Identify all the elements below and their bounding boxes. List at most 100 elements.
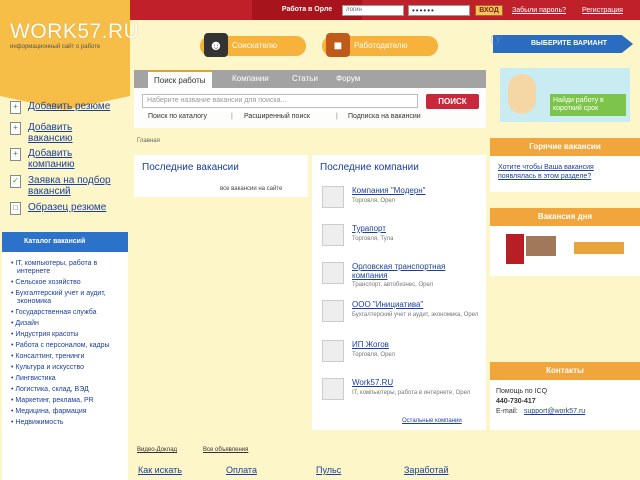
- banner-printer-image: [526, 236, 556, 256]
- sample-resume-icon: □: [10, 202, 21, 215]
- company-item[interactable]: ИП Жогов Торговля, Орел: [320, 340, 480, 376]
- resume-add-icon: +: [10, 101, 21, 114]
- catalog-item[interactable]: • Сельское хозяйство: [2, 279, 128, 287]
- logo[interactable]: WORK57.RU информационный сайт о работе: [0, 0, 139, 110]
- catalog-item[interactable]: • IT, компьютеры, работа в интернете: [2, 260, 128, 276]
- catalog-item[interactable]: • Медицина, фармация: [2, 408, 128, 416]
- catalog-item[interactable]: • Консалтинг, тренинги: [2, 353, 128, 361]
- bottom-link-pay[interactable]: Оплата: [226, 465, 257, 475]
- all-ads-link[interactable]: Все объявления: [203, 447, 248, 453]
- catalog-item[interactable]: • Работа с персоналом, кадры: [2, 342, 128, 350]
- icq-number[interactable]: 440-730-417: [496, 398, 536, 405]
- woman-with-clock-image: [508, 74, 536, 114]
- add-company-link[interactable]: Добавить компанию: [28, 148, 88, 170]
- vacancy-request-link[interactable]: Заявка на подбор вакансий: [28, 175, 128, 197]
- add-resume-link[interactable]: Добавить резюме: [28, 101, 110, 112]
- catalog-item[interactable]: • Индустрия красоты: [2, 331, 128, 339]
- request-icon: ✓: [10, 175, 21, 188]
- search-input[interactable]: Наберите название вакансии для поиска...: [142, 94, 418, 108]
- catalog-item[interactable]: • Лингвистика: [2, 375, 128, 383]
- login-button[interactable]: ВХОД: [475, 5, 503, 16]
- company-logo-thumb[interactable]: [322, 300, 344, 322]
- separator: |: [336, 113, 338, 120]
- choose-option-label: ВЫБЕРИТЕ ВАРИАНТ: [531, 40, 608, 47]
- catalog-item[interactable]: • Логистика, склад, ВЭД: [2, 386, 128, 394]
- company-name[interactable]: ООО "Инициатива": [352, 300, 423, 309]
- all-companies-link[interactable]: Остальные компании: [402, 418, 462, 424]
- company-desc: Торговля, Тула: [352, 236, 394, 242]
- catalog-item[interactable]: • Недвижимость: [2, 419, 128, 427]
- catalog-search-link[interactable]: Поиск по каталогу: [148, 113, 207, 120]
- separator: |: [231, 113, 233, 120]
- company-logo-thumb[interactable]: [322, 224, 344, 246]
- banner-label-image: [574, 242, 624, 254]
- company-desc: Бухгалтерский учет и аудит, экономика, О…: [352, 312, 479, 318]
- vacancy-of-day-title: Вакансия дня: [490, 208, 640, 226]
- contacts-box: Помощь по ICQ 440-730-417 E-mail: suppor…: [490, 380, 640, 430]
- company-item[interactable]: Work57.RU IT, компьютеры, работа в интерн…: [320, 378, 480, 414]
- bottom-link-how[interactable]: Как искать: [138, 465, 182, 475]
- search-button[interactable]: ПОИСК: [426, 94, 479, 109]
- company-item[interactable]: Турапорт Торговля, Тула: [320, 224, 480, 260]
- company-item[interactable]: Орловская транспортная компания Транспорт…: [320, 262, 480, 298]
- person-icon: ☻: [204, 33, 228, 57]
- employer-button[interactable]: ■ Работодателю: [322, 33, 438, 57]
- breadcrumb[interactable]: Главная: [137, 138, 160, 144]
- company-desc: IT, компьютеры, работа в интернете, Орел: [352, 390, 471, 396]
- video-report-link[interactable]: Видео-Доклад: [137, 447, 177, 453]
- company-logo-thumb[interactable]: [322, 378, 344, 400]
- company-logo-thumb[interactable]: [322, 186, 344, 208]
- company-name[interactable]: ИП Жогов: [352, 340, 389, 349]
- contacts-title: Контакты: [490, 362, 640, 380]
- briefcase-icon: ■: [326, 33, 350, 57]
- login-input[interactable]: логин: [342, 5, 404, 16]
- tab-job-search[interactable]: Поиск работы: [148, 70, 212, 88]
- choose-option-arrow[interactable]: ВЫБЕРИТЕ ВАРИАНТ: [493, 35, 633, 53]
- company-item[interactable]: Компания "Модерн" Торговля, Орел: [320, 186, 480, 222]
- catalog-item[interactable]: • Культура и искусство: [2, 364, 128, 372]
- tab-companies[interactable]: Компании: [226, 70, 275, 88]
- latest-vacancies-title: Последние вакансии: [142, 162, 239, 173]
- company-name[interactable]: Компания "Модерн": [352, 186, 426, 195]
- company-name[interactable]: Work57.RU: [352, 378, 393, 387]
- bottom-link-pulse[interactable]: Пульс: [316, 465, 341, 475]
- company-logo-thumb[interactable]: [322, 340, 344, 362]
- catalog-item[interactable]: • Государственная служба: [2, 309, 128, 317]
- catalog-item[interactable]: • Маркетинг, реклама, PR: [2, 397, 128, 405]
- company-add-icon: +: [10, 148, 21, 161]
- tab-forum[interactable]: Форум: [330, 70, 366, 88]
- company-name[interactable]: Орловская транспортная компания: [352, 262, 480, 280]
- applicant-button[interactable]: ☻ Соискателю: [200, 33, 306, 57]
- email-link[interactable]: support@work57.ru: [524, 408, 585, 415]
- forgot-password-link[interactable]: Забыли пароль?: [512, 7, 566, 14]
- company-item[interactable]: ООО "Инициатива" Бухгалтерский учет и ауд…: [320, 300, 480, 336]
- catalog-list: • IT, компьютеры, работа в интернете • Се…: [2, 252, 128, 480]
- company-desc: Транспорт, автобизнес, Орел: [352, 282, 434, 288]
- advanced-search-link[interactable]: Расширенный поиск: [244, 113, 310, 120]
- subscribe-link[interactable]: Подписка на вакансии: [348, 113, 421, 120]
- vacancy-of-day-box: [490, 226, 640, 276]
- company-name[interactable]: Турапорт: [352, 224, 386, 233]
- register-link[interactable]: Регистрация: [582, 7, 623, 14]
- tab-articles[interactable]: Статьи: [286, 70, 324, 88]
- sample-resume-link[interactable]: Образец резюме: [28, 202, 106, 213]
- hot-vacancies-title: Горячие вакансии: [490, 138, 640, 156]
- hand-pointer-icon: ☞: [490, 32, 505, 49]
- catalog-title: Каталог вакансий: [2, 232, 128, 252]
- catalog-item[interactable]: • Бухгалтерский учет и аудит, экономика: [2, 290, 128, 306]
- promo-text: Найди работу в короткий срок: [550, 94, 626, 116]
- promo-banner[interactable]: Найди работу в короткий срок: [500, 68, 630, 122]
- vacancy-add-icon: +: [10, 122, 21, 135]
- logo-text: WORK57.RU: [10, 20, 140, 43]
- catalog-item[interactable]: • Дизайн: [2, 320, 128, 328]
- company-logo-thumb[interactable]: [322, 262, 344, 284]
- icq-label: Помощь по ICQ: [496, 388, 548, 395]
- applicant-label: Соискателю: [232, 41, 278, 50]
- latest-companies-title: Последние компании: [320, 162, 419, 173]
- bottom-link-earn[interactable]: Заработай: [404, 465, 448, 475]
- all-vacancies-link[interactable]: все вакансии на сайте: [220, 186, 282, 192]
- add-vacancy-link[interactable]: Добавить вакансию: [28, 122, 88, 144]
- password-input[interactable]: ••••••: [408, 5, 470, 16]
- hot-vacancy-link[interactable]: Хотите чтобы Ваша вакансия появлялась в …: [498, 163, 623, 181]
- company-desc: Торговля, Орел: [352, 198, 396, 204]
